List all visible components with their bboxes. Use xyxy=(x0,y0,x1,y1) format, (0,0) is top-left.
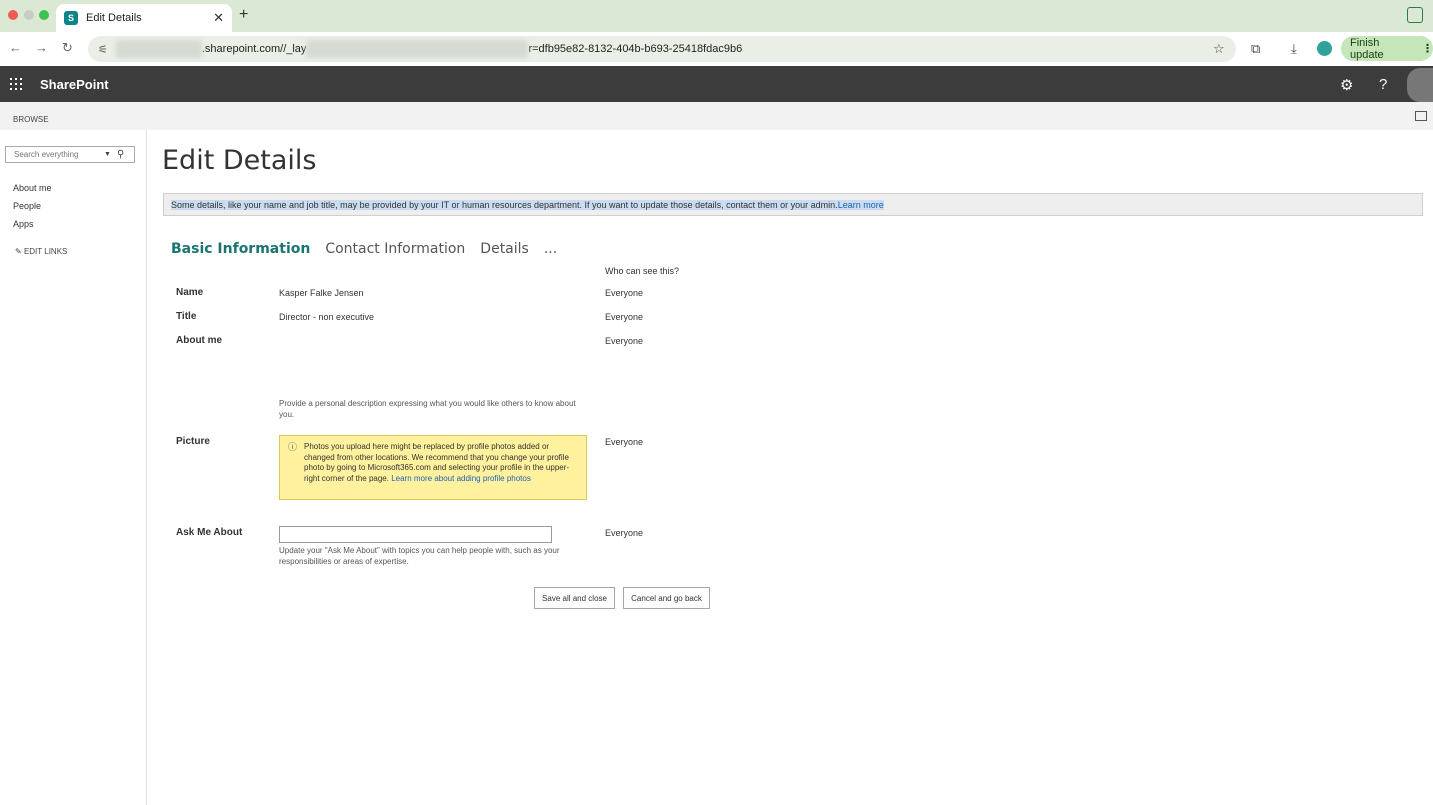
search-input[interactable] xyxy=(14,150,98,159)
nav-item-apps[interactable]: Apps xyxy=(13,219,34,229)
left-navigation: ▼ ⚲ About me People Apps ✎ EDIT LINKS xyxy=(0,130,147,805)
tab-details[interactable]: Details xyxy=(480,241,529,257)
name-value: Kasper Falke Jensen xyxy=(279,288,364,298)
picture-label: Picture xyxy=(176,436,210,447)
browser-tab[interactable]: S Edit Details ✕ xyxy=(56,4,232,32)
ask-me-about-hint: Update your "Ask Me About" with topics y… xyxy=(279,546,560,566)
section-tabs: Basic Information Contact Information De… xyxy=(171,241,557,257)
tab-basic-information[interactable]: Basic Information xyxy=(171,241,310,257)
reload-button[interactable]: ↻ xyxy=(62,40,73,56)
minimize-window-button[interactable] xyxy=(24,10,34,20)
name-privacy[interactable]: Everyone xyxy=(605,288,643,298)
photo-warning: ⓘ Photos you upload here might be replac… xyxy=(279,435,587,500)
app-launcher-icon[interactable] xyxy=(10,78,22,90)
help-icon[interactable]: ? xyxy=(1379,76,1387,93)
url-text-part-1: .sharepoint.com//_lay xyxy=(201,43,307,55)
search-icon[interactable]: ⚲ xyxy=(117,149,124,160)
back-button[interactable]: ← xyxy=(9,40,22,55)
cancel-and-go-back-button[interactable]: Cancel and go back xyxy=(623,587,710,609)
nav-item-about-me[interactable]: About me xyxy=(13,183,52,193)
close-window-button[interactable] xyxy=(8,10,18,20)
url-redaction xyxy=(115,40,202,58)
photo-learn-more-link[interactable]: Learn more about adding profile photos xyxy=(391,474,531,483)
name-label: Name xyxy=(176,287,204,298)
finish-update-button[interactable]: Finish update ⋮ xyxy=(1341,36,1433,61)
user-avatar[interactable] xyxy=(1407,68,1433,102)
site-settings-icon[interactable]: ⚟ xyxy=(98,43,108,56)
about-me-privacy[interactable]: Everyone xyxy=(605,336,643,346)
ribbon: BROWSE xyxy=(0,102,1433,130)
forward-button[interactable]: → xyxy=(35,40,48,55)
tab-contact-information[interactable]: Contact Information xyxy=(325,241,465,257)
new-tab-button[interactable]: + xyxy=(239,6,248,24)
more-menu-icon: ⋮ xyxy=(1422,43,1433,55)
lens-icon[interactable] xyxy=(1407,7,1423,23)
maximize-window-button[interactable] xyxy=(39,10,49,20)
edit-links[interactable]: ✎ EDIT LINKS xyxy=(15,247,67,256)
sharepoint-brand[interactable]: SharePoint xyxy=(40,77,109,92)
photo-warning-body: Photos you upload here might be replaced… xyxy=(304,442,578,499)
save-all-and-close-button[interactable]: Save all and close xyxy=(534,587,615,609)
profile-avatar[interactable] xyxy=(1317,41,1332,56)
title-label: Title xyxy=(176,311,197,322)
title-privacy[interactable]: Everyone xyxy=(605,312,643,322)
search-box[interactable]: ▼ ⚲ xyxy=(5,146,135,163)
url-redaction xyxy=(306,40,529,58)
who-can-see-header: Who can see this? xyxy=(605,266,680,276)
finish-update-label: Finish update xyxy=(1350,36,1384,61)
edit-links-label: EDIT LINKS xyxy=(23,247,68,256)
download-icon[interactable]: ⤓ xyxy=(1291,41,1297,57)
info-banner: Some details, like your name and job tit… xyxy=(163,193,1423,216)
close-tab-icon[interactable]: ✕ xyxy=(213,10,224,26)
about-me-label: About me xyxy=(176,335,223,346)
search-scope-dropdown-icon[interactable]: ▼ xyxy=(104,151,111,158)
browser-toolbar: ← → ↻ ⚟ .sharepoint.com//_lay r=dfb95e82… xyxy=(0,32,1433,66)
extensions-icon[interactable]: ⧉ xyxy=(1251,41,1260,57)
sharepoint-favicon-icon: S xyxy=(64,11,78,25)
learn-more-link[interactable]: Learn more xyxy=(837,200,884,210)
bookmark-star-icon[interactable]: ☆ xyxy=(1213,41,1225,57)
ask-me-about-label: Ask Me About xyxy=(176,527,243,538)
address-bar[interactable]: ⚟ .sharepoint.com//_lay r=dfb95e82-8132-… xyxy=(88,36,1236,62)
pencil-icon: ✎ xyxy=(15,247,22,256)
ask-me-about-input[interactable] xyxy=(279,526,552,543)
ask-me-about-privacy[interactable]: Everyone xyxy=(605,528,643,538)
tab-title: Edit Details xyxy=(86,12,142,24)
page-title: Edit Details xyxy=(162,145,317,176)
about-me-hint: Provide a personal description expressin… xyxy=(279,399,576,419)
browser-tab-bar: S Edit Details ✕ + xyxy=(0,0,1433,32)
suite-bar: SharePoint ⚙ ? xyxy=(0,66,1433,102)
focus-on-content-icon[interactable] xyxy=(1415,111,1427,121)
title-value: Director - non executive xyxy=(279,312,375,322)
nav-item-people[interactable]: People xyxy=(13,201,41,211)
browse-tab[interactable]: BROWSE xyxy=(13,115,49,124)
settings-gear-icon[interactable]: ⚙ xyxy=(1340,76,1353,94)
info-text: Some details, like your name and job tit… xyxy=(171,200,838,210)
info-icon: ⓘ xyxy=(288,442,298,452)
url-text-part-2: r=dfb95e82-8132-404b-b693-25418fdac9b6 xyxy=(528,43,743,55)
more-tabs-icon[interactable]: ... xyxy=(544,241,557,257)
picture-privacy[interactable]: Everyone xyxy=(605,437,643,447)
